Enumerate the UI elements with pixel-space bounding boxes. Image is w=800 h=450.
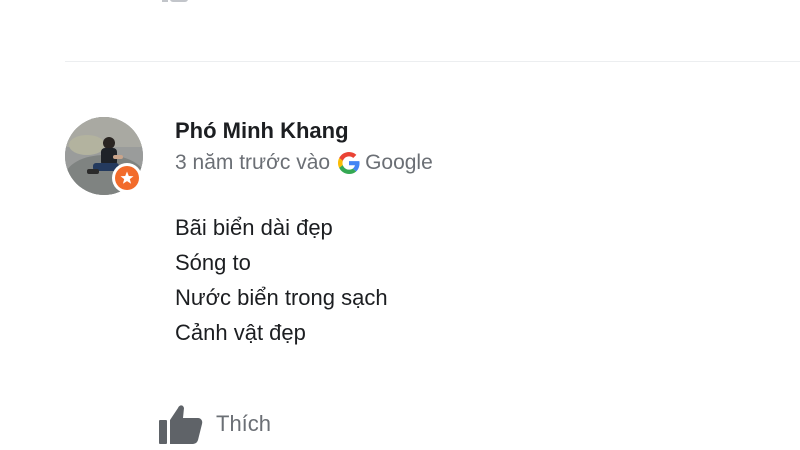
review-text: Bãi biển dài đẹp Sóng to Nước biển trong… <box>175 210 388 350</box>
local-guide-badge <box>112 163 142 193</box>
like-button[interactable]: Thích <box>156 402 271 446</box>
like-label: Thích <box>216 411 272 436</box>
review-source: Google <box>365 151 433 174</box>
previous-review-action-icon[interactable] <box>158 0 194 4</box>
review-line: Sóng to <box>175 250 251 275</box>
author-name[interactable]: Phó Minh Khang <box>175 118 349 144</box>
review-meta: 3 năm trước vào Google <box>175 151 433 175</box>
review-time: 3 năm trước vào <box>175 151 331 174</box>
review-divider <box>65 61 800 62</box>
review-line: Bãi biển dài đẹp <box>175 215 333 240</box>
local-guide-star-icon <box>115 166 139 190</box>
google-g-icon <box>338 152 360 174</box>
review-card: Phó Minh Khang 3 năm trước vào Google Bã… <box>0 0 800 450</box>
review-line: Nước biển trong sạch <box>175 285 388 310</box>
thumbs-up-icon <box>159 405 203 444</box>
review-line: Cảnh vật đẹp <box>175 320 306 345</box>
